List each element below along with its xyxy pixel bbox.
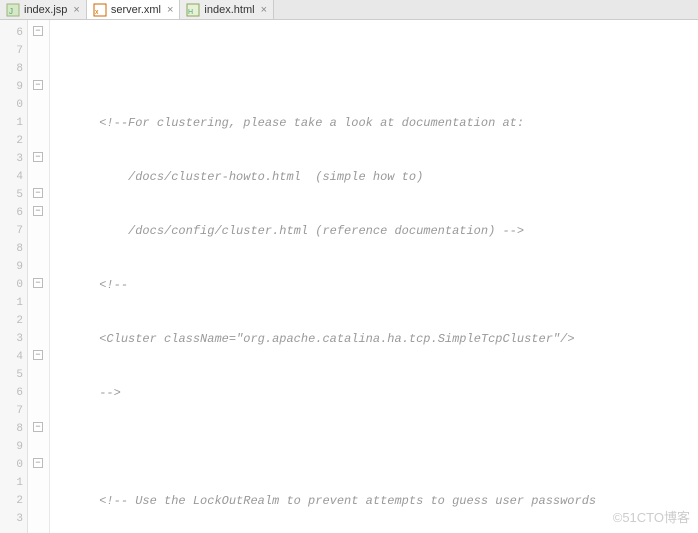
- fold-marker[interactable]: −: [33, 152, 43, 162]
- fold-marker[interactable]: −: [33, 458, 43, 468]
- close-icon[interactable]: ×: [167, 4, 173, 16]
- line-number-gutter: 6 7 8 9 0 1 2 3 4 5 6 7 8 9 0 1 2 3 4 5 …: [0, 20, 28, 533]
- tab-index-jsp[interactable]: J index.jsp ×: [0, 0, 87, 19]
- tab-server-xml[interactable]: x server.xml ×: [87, 0, 181, 19]
- code-editor[interactable]: 6 7 8 9 0 1 2 3 4 5 6 7 8 9 0 1 2 3 4 5 …: [0, 20, 698, 533]
- tab-index-html[interactable]: H index.html ×: [180, 0, 274, 19]
- jsp-file-icon: J: [6, 3, 20, 17]
- fold-marker[interactable]: −: [33, 278, 43, 288]
- tab-label: server.xml: [111, 4, 161, 16]
- watermark: ©51CTO博客: [613, 509, 690, 527]
- svg-text:x: x: [95, 9, 99, 16]
- svg-text:J: J: [9, 7, 13, 16]
- fold-marker[interactable]: −: [33, 80, 43, 90]
- fold-gutter: − − − − − − − − −: [28, 20, 50, 533]
- fold-marker[interactable]: −: [33, 350, 43, 360]
- code-area[interactable]: <!--For clustering, please take a look a…: [50, 20, 698, 533]
- fold-marker[interactable]: −: [33, 422, 43, 432]
- html-file-icon: H: [186, 3, 200, 17]
- close-icon[interactable]: ×: [261, 4, 267, 16]
- fold-marker[interactable]: −: [33, 206, 43, 216]
- fold-marker[interactable]: −: [33, 188, 43, 198]
- tab-label: index.jsp: [24, 4, 67, 16]
- fold-marker[interactable]: −: [33, 26, 43, 36]
- xml-file-icon: x: [93, 3, 107, 17]
- close-icon[interactable]: ×: [73, 4, 79, 16]
- svg-text:H: H: [188, 9, 193, 16]
- tab-label: index.html: [204, 4, 254, 16]
- tab-bar: J index.jsp × x server.xml × H index.htm…: [0, 0, 698, 20]
